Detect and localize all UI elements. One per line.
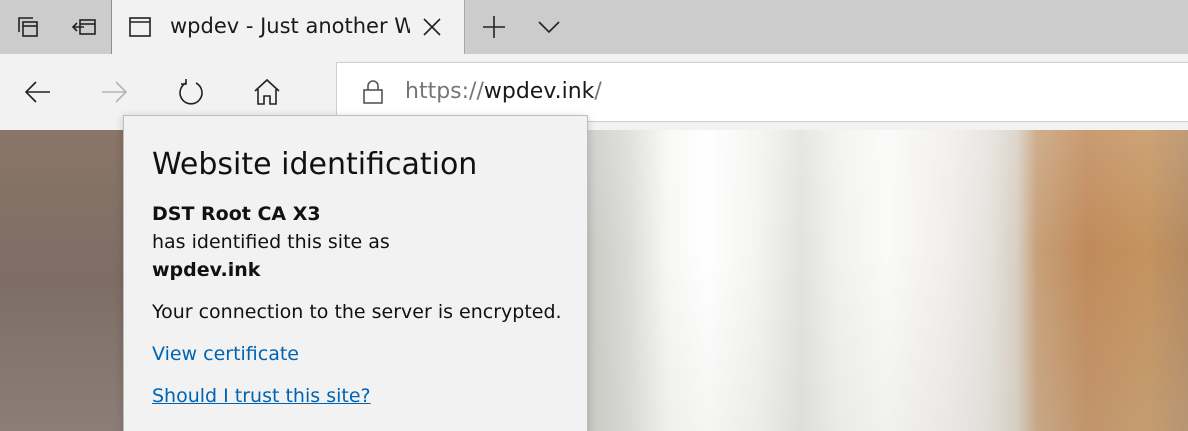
new-tab-button[interactable]	[470, 0, 518, 54]
website-identification-flyout: Website identification DST Root CA X3 ha…	[123, 115, 588, 431]
set-tabs-aside-button[interactable]	[56, 0, 112, 54]
lock-icon[interactable]	[361, 79, 385, 105]
encryption-status: Your connection to the server is encrypt…	[152, 301, 562, 323]
tab-title: wpdev - Just another W	[170, 14, 410, 38]
tabs-aside-icon	[18, 17, 38, 37]
home-icon	[254, 78, 280, 105]
background-image-left	[0, 130, 124, 431]
url-text[interactable]: https://wpdev.ink/	[405, 77, 602, 107]
trust-site-link[interactable]: Should I trust this site?	[152, 382, 371, 410]
arrow-left-icon	[24, 81, 50, 103]
url-scheme: https://	[405, 79, 484, 104]
flyout-title: Website identification	[152, 147, 478, 182]
background-image-right	[587, 130, 1188, 431]
set-tabs-aside-icon	[71, 19, 96, 35]
address-bar[interactable]: https://wpdev.ink/	[336, 62, 1188, 122]
certificate-issuer: DST Root CA X3	[152, 203, 321, 225]
tabs-aside-button[interactable]	[0, 0, 56, 54]
view-certificate-link[interactable]: View certificate	[152, 340, 299, 368]
refresh-icon	[179, 79, 203, 105]
active-tab[interactable]: wpdev - Just another W	[112, 0, 465, 54]
chevron-down-icon	[538, 21, 560, 34]
tab-close-button[interactable]	[418, 13, 446, 41]
identified-site: wpdev.ink	[152, 259, 261, 281]
tab-preview-button[interactable]	[524, 0, 574, 54]
plus-icon	[483, 16, 505, 38]
url-path: /	[594, 79, 602, 104]
page-icon	[129, 17, 151, 37]
identified-text: has identified this site as	[152, 231, 390, 253]
close-icon	[423, 18, 441, 36]
arrow-right-icon	[102, 81, 128, 103]
browser-window: wpdev - Just another W https://wpdev.ink…	[0, 0, 1188, 431]
back-button[interactable]	[0, 54, 76, 130]
url-host: wpdev.ink	[483, 79, 595, 104]
tab-strip: wpdev - Just another W	[0, 0, 1188, 54]
